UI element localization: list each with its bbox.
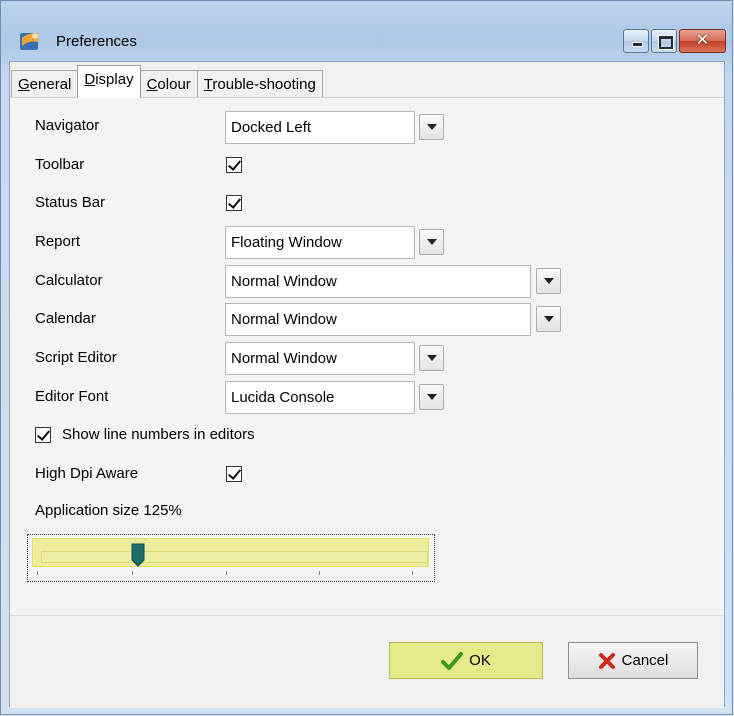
tab-general-label: General (18, 76, 72, 93)
tab-strip: General Display Colour Trouble-shooting (11, 64, 323, 98)
tab-colour[interactable]: Colour (139, 70, 198, 98)
ok-button[interactable]: OK (389, 642, 543, 679)
report-label: Report (35, 233, 81, 250)
calendar-select[interactable]: Normal Window (225, 303, 531, 336)
slider-tick (226, 571, 227, 575)
calculator-dropdown-button[interactable] (536, 268, 561, 294)
tab-colour-label: Colour (146, 76, 191, 93)
report-dropdown-button[interactable] (419, 229, 444, 255)
slider-groove (41, 551, 428, 563)
app-size-label: Application size 125% (35, 502, 182, 519)
caption-buttons: ✕ (623, 29, 726, 53)
show-line-numbers-label[interactable]: Show line numbers in editors (62, 426, 255, 443)
status-bar-checkbox[interactable] (226, 195, 242, 211)
toolbar-label: Toolbar (35, 156, 85, 173)
status-bar-label: Status Bar (35, 194, 106, 211)
maximize-icon (659, 36, 673, 49)
button-bar: OK Cancel (10, 615, 724, 708)
slider-thumb[interactable] (131, 543, 145, 567)
navigator-label: Navigator (35, 117, 100, 134)
high-dpi-label: High Dpi Aware (35, 465, 139, 482)
minimize-button[interactable] (623, 29, 649, 53)
title-bar[interactable]: Preferences ✕ (1, 1, 732, 61)
editor-font-dropdown-button[interactable] (419, 384, 444, 410)
maximize-button[interactable] (651, 29, 677, 53)
editor-font-label: Editor Font (35, 388, 109, 405)
slider-tick (132, 571, 133, 575)
window-title: Preferences (56, 33, 137, 50)
slider-track (32, 538, 429, 567)
tab-general[interactable]: General (11, 70, 79, 98)
preferences-window: Preferences ✕ General Display Colour Tro… (0, 0, 733, 715)
tab-display-label: Display (84, 71, 134, 88)
toolbar-checkbox[interactable] (226, 157, 242, 173)
navigator-select[interactable]: Docked Left (225, 111, 415, 144)
close-icon: ✕ (695, 32, 710, 49)
high-dpi-checkbox[interactable] (226, 466, 242, 482)
script-editor-select[interactable]: Normal Window (225, 342, 415, 375)
navigator-dropdown-button[interactable] (419, 114, 444, 140)
display-panel: Navigator Docked Left Toolbar Status Bar… (10, 97, 724, 616)
app-size-slider[interactable] (27, 534, 435, 582)
app-icon (20, 33, 38, 50)
dialog-client: General Display Colour Trouble-shooting … (9, 61, 725, 708)
calendar-label: Calendar (35, 310, 96, 327)
tab-trouble-shooting[interactable]: Trouble-shooting (196, 70, 323, 98)
ok-label: OK (469, 652, 491, 669)
slider-tick (37, 571, 38, 575)
report-select[interactable]: Floating Window (225, 226, 415, 259)
calculator-select[interactable]: Normal Window (225, 265, 531, 298)
cancel-label: Cancel (621, 652, 669, 669)
ok-checkmark-icon (441, 651, 464, 670)
close-button[interactable]: ✕ (679, 29, 726, 53)
calendar-dropdown-button[interactable] (536, 306, 561, 332)
cancel-x-icon (598, 652, 615, 669)
slider-tick (319, 571, 320, 575)
script-editor-dropdown-button[interactable] (419, 345, 444, 371)
editor-font-select[interactable]: Lucida Console (225, 381, 415, 414)
show-line-numbers-checkbox[interactable] (35, 427, 51, 443)
tab-display[interactable]: Display (77, 65, 141, 98)
script-editor-label: Script Editor (35, 349, 117, 366)
cancel-button[interactable]: Cancel (568, 642, 698, 679)
calculator-label: Calculator (35, 272, 103, 289)
slider-tick (412, 571, 413, 575)
tab-trouble-shooting-label: Trouble-shooting (203, 76, 316, 93)
minimize-icon (632, 42, 643, 47)
